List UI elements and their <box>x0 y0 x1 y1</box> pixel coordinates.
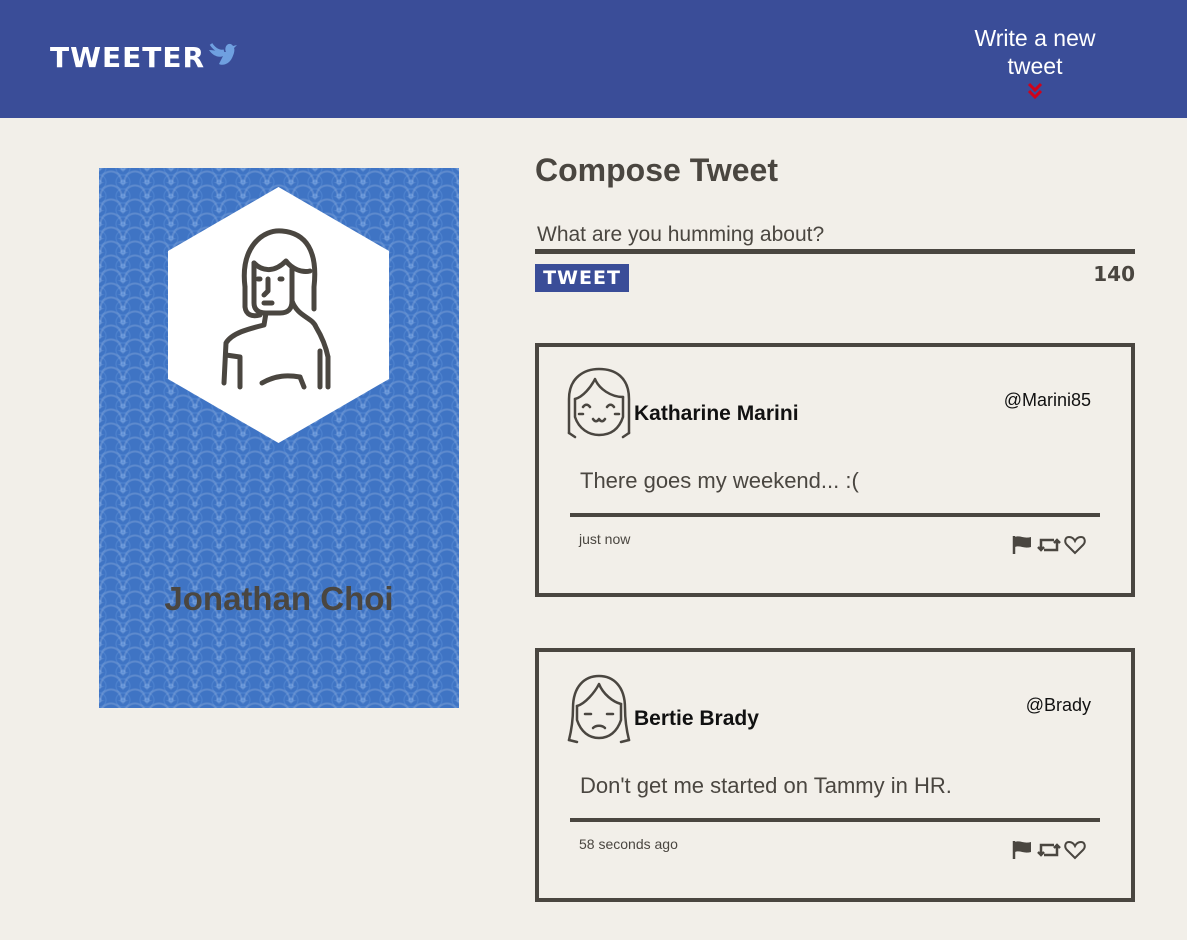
write-new-tweet-label: Write a new tweet <box>974 25 1096 79</box>
tweet-divider <box>570 513 1100 517</box>
tweet-content: There goes my weekend... :( <box>580 468 859 493</box>
tweet-timestamp: 58 seconds ago <box>579 836 678 852</box>
compose-section: Compose Tweet TWEET 140 <box>535 150 1135 292</box>
tweet-divider <box>570 818 1100 822</box>
tweet-timestamp: just now <box>579 531 631 547</box>
bird-icon <box>207 42 238 75</box>
tweet-input[interactable] <box>535 220 1135 254</box>
tweet-actions <box>1012 840 1086 860</box>
tweet-content: Don't get me started on Tammy in HR. <box>580 773 952 798</box>
user-avatar-icon <box>168 187 389 443</box>
write-new-tweet-toggle[interactable]: Write a new tweet <box>945 24 1125 105</box>
tweet-actions <box>1012 535 1086 555</box>
tweet-card: Bertie Brady @Brady Don't get me started… <box>535 648 1135 902</box>
tweet-author-name[interactable]: Bertie Brady <box>634 707 759 731</box>
frowning-woman-avatar-icon <box>567 674 631 744</box>
character-counter: 140 <box>1093 262 1135 286</box>
logo-text: TWEETER <box>50 40 206 74</box>
double-chevron-down-icon[interactable] <box>945 82 1125 105</box>
heart-icon[interactable] <box>1064 535 1086 555</box>
profile-card: Jonathan Choi <box>99 168 459 708</box>
flag-icon[interactable] <box>1012 840 1034 860</box>
tweet-author-handle[interactable]: @Brady <box>1026 695 1091 716</box>
navbar: TWEETER Write a new tweet <box>0 0 1187 118</box>
smiling-woman-avatar-icon <box>567 367 631 439</box>
compose-title: Compose Tweet <box>535 152 778 188</box>
logo[interactable]: TWEETER <box>50 40 238 75</box>
retweet-icon[interactable] <box>1036 535 1062 555</box>
flag-icon[interactable] <box>1012 535 1034 555</box>
retweet-icon[interactable] <box>1036 840 1062 860</box>
heart-icon[interactable] <box>1064 840 1086 860</box>
tweet-author-name[interactable]: Katharine Marini <box>634 402 799 426</box>
profile-name: Jonathan Choi <box>164 580 394 617</box>
tweet-button[interactable]: TWEET <box>535 264 629 292</box>
tweet-author-handle[interactable]: @Marini85 <box>1004 390 1091 411</box>
tweet-card: Katharine Marini @Marini85 There goes my… <box>535 343 1135 597</box>
